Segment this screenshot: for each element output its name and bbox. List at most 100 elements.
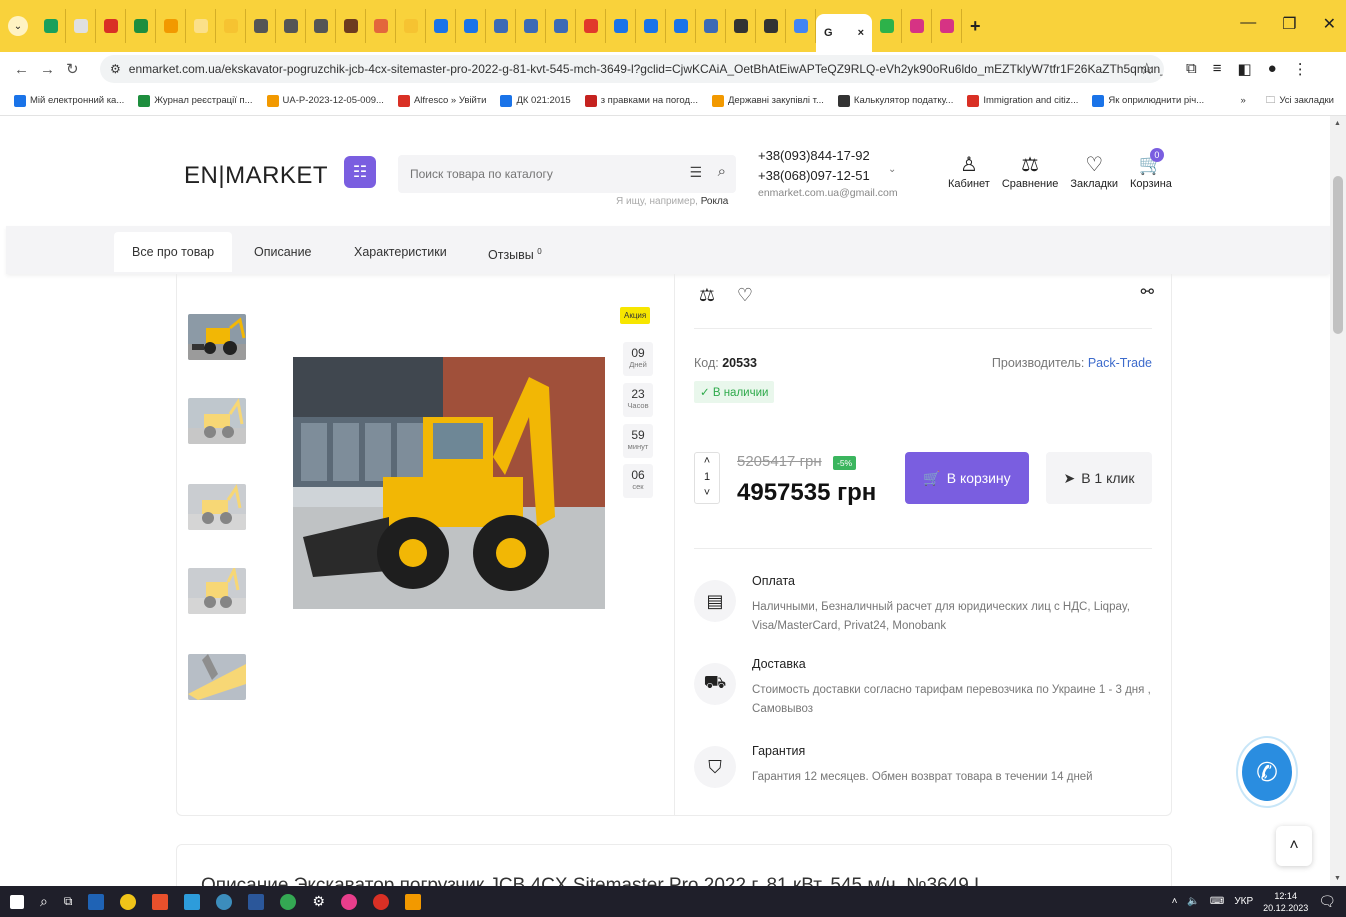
browser-tab[interactable] (96, 9, 126, 43)
call-button[interactable]: ✆ (1236, 736, 1298, 808)
browser-tab[interactable] (306, 9, 336, 43)
back-icon[interactable]: ← (14, 61, 40, 78)
browser-tab[interactable] (786, 9, 816, 43)
scroll-down-arrow-icon[interactable]: ▼ (1334, 875, 1341, 882)
keyboard-icon[interactable]: ⌨ (1210, 896, 1224, 907)
restore-icon[interactable]: ❐ (1282, 14, 1296, 34)
wishlist-link[interactable]: ♡ Закладки (1070, 152, 1118, 190)
app-icon[interactable] (152, 893, 169, 910)
app-icon[interactable] (340, 893, 357, 910)
tray-expand-icon[interactable]: ˄ (1172, 896, 1178, 907)
tab-description[interactable]: Описание (236, 232, 330, 272)
product-thumbnail[interactable] (188, 314, 246, 360)
browser-tab[interactable] (186, 9, 216, 43)
browser-tab[interactable] (246, 9, 276, 43)
catalog-button[interactable]: ☷ (344, 156, 376, 188)
forward-icon[interactable]: → (40, 61, 66, 78)
account-link[interactable]: ♙ Кабинет (948, 152, 990, 190)
compare-link[interactable]: ⚖ Сравнение (1002, 152, 1059, 190)
tab-all-about-product[interactable]: Все про товар (114, 232, 233, 272)
qty-increase-icon[interactable]: ˄ (695, 453, 719, 469)
browser-tab[interactable] (636, 9, 666, 43)
word-icon[interactable] (248, 893, 265, 910)
qty-decrease-icon[interactable]: ˅ (695, 485, 719, 501)
scroll-up-arrow-icon[interactable]: ▲ (1334, 120, 1341, 127)
tab-search-dropdown[interactable]: ⌄ (8, 16, 28, 36)
bookmark-item[interactable]: Журнал реєстрації п... (138, 94, 253, 107)
bookmark-star-icon[interactable]: ☆ (1140, 59, 1154, 79)
add-to-cart-button[interactable]: 🛒 В корзину (905, 452, 1029, 504)
browser-tab[interactable] (606, 9, 636, 43)
quantity-stepper[interactable]: ˄ 1 ˅ (694, 452, 720, 504)
notifications-icon[interactable]: 🗨 (1318, 893, 1336, 910)
site-info-icon[interactable]: ⚙ (110, 62, 121, 76)
language-indicator[interactable]: УКР (1234, 896, 1253, 907)
clock[interactable]: 12:14 20.12.2023 (1263, 890, 1308, 914)
new-tab-button[interactable]: + (970, 16, 981, 37)
browser-tab[interactable] (426, 9, 456, 43)
photoshop-icon[interactable] (88, 893, 105, 910)
browser-tab[interactable] (36, 9, 66, 43)
app-icon[interactable] (184, 893, 201, 910)
browser-tab[interactable] (366, 9, 396, 43)
browser-tab[interactable] (126, 9, 156, 43)
browser-tab[interactable] (276, 9, 306, 43)
phone-2[interactable]: +38(068)097-12-51 (758, 166, 898, 186)
bookmark-item[interactable]: UA-P-2023-12-05-009... (266, 94, 384, 107)
search-hint-example[interactable]: Рокла (701, 196, 729, 207)
scroll-to-top-button[interactable]: ˄ (1276, 826, 1312, 866)
filter-icon[interactable]: ☰ (689, 164, 702, 181)
chevron-down-icon[interactable]: ⌄ (888, 164, 896, 175)
search-input[interactable] (398, 155, 668, 193)
cart-link[interactable]: 🛒 0 Корзина (1130, 148, 1172, 190)
app-icon[interactable] (372, 893, 389, 910)
volume-icon[interactable]: 🔈 (1187, 896, 1199, 907)
side-panel-icon[interactable]: ◧ (1237, 60, 1251, 78)
profile-avatar[interactable]: ● (1268, 60, 1277, 78)
browser-menu-icon[interactable]: ⋮ (1293, 60, 1308, 78)
scrollbar-thumb[interactable] (1333, 176, 1343, 334)
settings-gear-icon[interactable]: ⚙ (312, 893, 325, 910)
browser-tab[interactable] (156, 9, 186, 43)
bookmark-item[interactable]: Державні закупівлі т... (711, 94, 824, 107)
search-icon[interactable]: ⌕ (40, 893, 48, 910)
browser-tab[interactable] (486, 9, 516, 43)
app-icon[interactable] (216, 893, 233, 910)
product-thumbnail[interactable] (188, 484, 246, 530)
browser-tab[interactable] (756, 9, 786, 43)
bookmarks-more-button[interactable]: » (1241, 95, 1246, 106)
browser-tab[interactable] (932, 9, 962, 43)
share-icon[interactable]: ⚯ (1141, 282, 1154, 302)
close-tab-icon[interactable]: × (858, 27, 864, 39)
product-thumbnail[interactable] (188, 654, 246, 700)
browser-tab[interactable] (576, 9, 606, 43)
bookmark-item[interactable]: Калькулятор податку... (837, 94, 953, 107)
email-link[interactable]: enmarket.com.ua@gmail.com (758, 186, 898, 200)
extensions-icon[interactable]: ⧉ (1186, 60, 1197, 78)
tab-specs[interactable]: Характеристики (336, 232, 465, 272)
bookmark-item[interactable]: з правками на погод... (584, 94, 698, 107)
site-logo[interactable]: EN|MARKET (184, 162, 328, 190)
manufacturer-link[interactable]: Pack-Trade (1088, 356, 1152, 370)
qty-value[interactable]: 1 (695, 469, 719, 485)
url-field[interactable]: ⚙ enmarket.com.ua/ekskavator-pogruzchik-… (100, 55, 1164, 83)
bookmark-item[interactable]: Immigration and citiz... (967, 94, 1078, 107)
browser-tab[interactable] (456, 9, 486, 43)
browser-tab[interactable] (546, 9, 576, 43)
bookmark-item[interactable]: Alfresco » Увійти (397, 94, 486, 107)
all-bookmarks-button[interactable]: 🗀 Усі закладки (1266, 93, 1334, 109)
app-icon[interactable] (120, 893, 137, 910)
task-view-icon[interactable]: ⧉ (64, 894, 73, 909)
browser-tab-active[interactable]: G × (816, 14, 872, 52)
windows-start-icon[interactable] (10, 894, 24, 909)
minimize-icon[interactable]: — (1240, 14, 1256, 34)
browser-tab[interactable] (396, 9, 426, 43)
product-thumbnail[interactable] (188, 568, 246, 614)
close-window-icon[interactable]: ✕ (1323, 14, 1336, 34)
bookmark-item[interactable]: Мій електронний ка... (14, 94, 124, 107)
browser-tab[interactable] (726, 9, 756, 43)
reload-icon[interactable]: ↻ (66, 60, 92, 78)
browser-tab[interactable] (336, 9, 366, 43)
one-click-buy-button[interactable]: ➤ В 1 клик (1046, 452, 1152, 504)
browser-tab[interactable] (66, 9, 96, 43)
